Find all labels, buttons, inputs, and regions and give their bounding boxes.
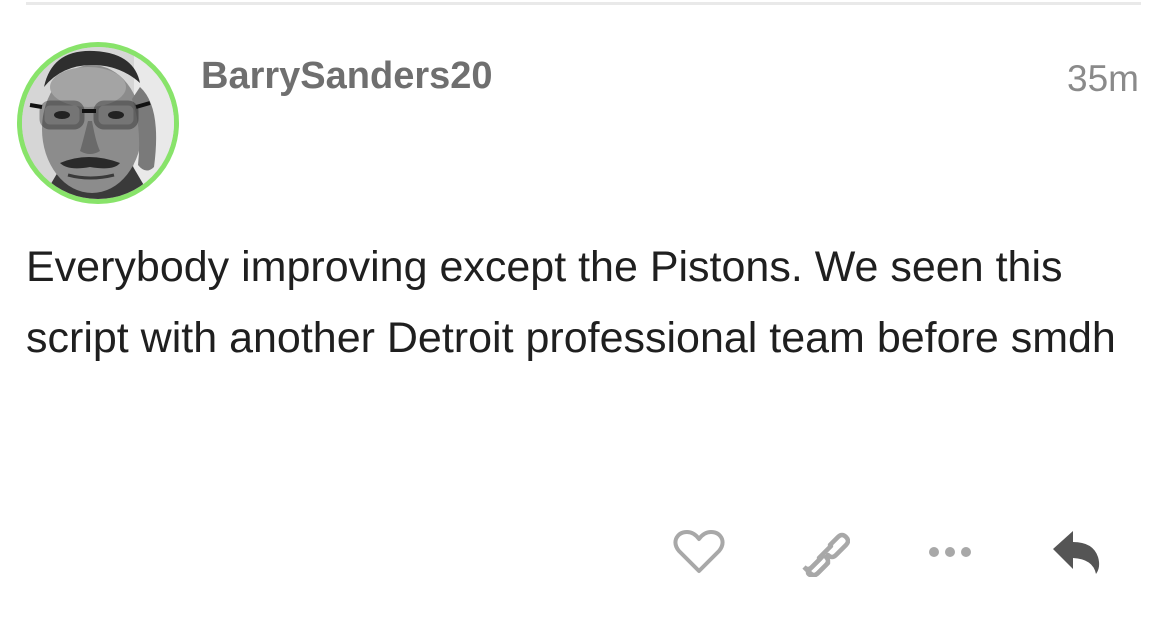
- like-button[interactable]: [671, 524, 727, 580]
- timestamp: 35m: [1067, 58, 1139, 99]
- reply-button[interactable]: [1048, 524, 1104, 580]
- more-options-button[interactable]: [922, 524, 978, 580]
- copy-link-button[interactable]: [797, 524, 853, 580]
- post-body: Everybody improving except the Pistons. …: [26, 243, 1116, 362]
- post-container: BarrySanders20 35m Everybody improving e…: [0, 0, 1173, 626]
- username[interactable]: BarrySanders20: [201, 55, 493, 98]
- reply-arrow-icon: [1053, 531, 1100, 574]
- ellipsis-icon: [929, 547, 971, 557]
- avatar[interactable]: [17, 42, 179, 204]
- heart-icon: [673, 530, 725, 573]
- link-icon: [802, 532, 850, 577]
- action-bar: [0, 524, 1173, 580]
- top-divider: [26, 2, 1141, 5]
- avatar-photo: [22, 47, 174, 199]
